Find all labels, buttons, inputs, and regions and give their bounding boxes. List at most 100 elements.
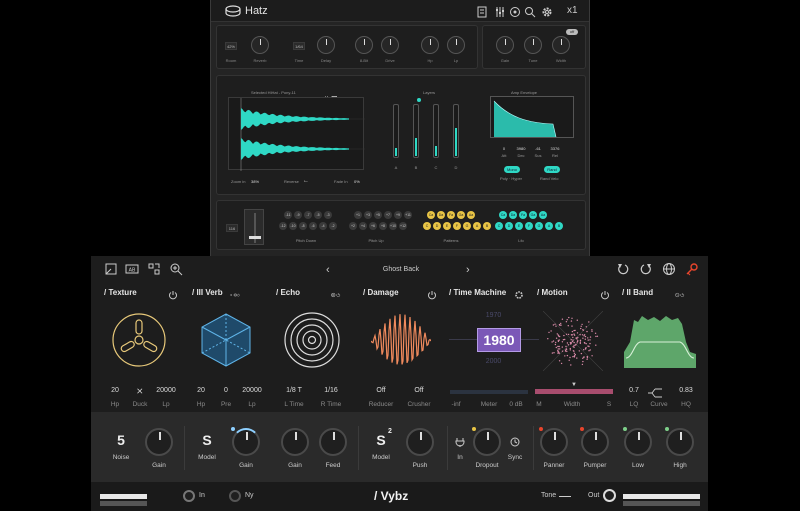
tone-slider[interactable] — [559, 496, 571, 497]
pitch-pad-pattern_top-3[interactable]: Ga — [457, 211, 465, 219]
echo-sync-power-icon[interactable] — [331, 287, 353, 298]
pitch-pad-pitch_down_top-4[interactable]: -3 — [324, 211, 332, 219]
mono-button[interactable]: Mono — [504, 166, 520, 173]
pitch-pad-pitch_down_bottom-4[interactable]: -4 — [319, 222, 327, 230]
motion-scatter-visual[interactable] — [542, 310, 604, 372]
pitch-pad-pattern_bottom-2[interactable]: E — [443, 222, 451, 230]
band-eq-visual[interactable] — [624, 312, 696, 368]
pitch-pad-lfo_bottom-6[interactable]: B — [555, 222, 563, 230]
module-0-value-0[interactable]: 20 — [103, 387, 127, 394]
pitch-pad-pitch_up_bottom-2[interactable]: +6 — [369, 222, 377, 230]
year-display[interactable]: 1980 — [449, 328, 539, 352]
env-value-att[interactable]: 0 — [497, 146, 511, 151]
in-knob[interactable] — [183, 490, 195, 502]
pitch-pad-lfo_bottom-5[interactable]: A — [545, 222, 553, 230]
env-value-sus[interactable]: -61 — [531, 146, 545, 151]
out-knob[interactable] — [603, 489, 616, 502]
env-value-dec[interactable]: 3980 — [514, 146, 528, 151]
pitch-pad-pattern_top-4[interactable]: Aa — [467, 211, 475, 219]
pitch-pad-pitch_down_top-1[interactable]: -9 — [294, 211, 302, 219]
module-3-value-0[interactable]: Off — [366, 387, 396, 394]
pitch-pad-pitch_up_bottom-3[interactable]: +8 — [379, 222, 387, 230]
damage-wave-visual[interactable] — [370, 311, 432, 371]
knob-dropout-9[interactable] — [472, 427, 501, 456]
module-0-value-1[interactable]: 20000 — [151, 387, 181, 394]
big-value-0[interactable]: 5 — [109, 432, 133, 448]
zoom-value[interactable]: 38% — [251, 179, 259, 184]
hp-knob[interactable] — [421, 36, 439, 54]
sample-nav-icon[interactable] — [323, 89, 338, 102]
pitch-pad-pitch_down_bottom-0[interactable]: -12 — [279, 222, 287, 230]
duck-icon[interactable]: ⨯ — [136, 386, 146, 396]
corner-resize-icon[interactable] — [104, 262, 118, 276]
knob-push-7[interactable] — [406, 428, 434, 456]
pitch-pad-pitch_down_bottom-2[interactable]: -8 — [299, 222, 307, 230]
target-icon[interactable] — [509, 5, 521, 17]
pitch-pad-lfo_top-0[interactable]: Ca — [499, 211, 507, 219]
pitch-pad-pattern_bottom-1[interactable]: D — [433, 222, 441, 230]
pitch-pad-pitch_up_top-2[interactable]: +5 — [374, 211, 382, 219]
mixer-icon[interactable] — [494, 5, 506, 17]
random-icon[interactable] — [147, 262, 161, 276]
pitch-pad-pattern_bottom-0[interactable]: C — [423, 222, 431, 230]
drive-knob[interactable] — [381, 36, 399, 54]
reverse-arrow-icon[interactable]: ← — [303, 178, 309, 184]
pitch-pad-pitch_up_bottom-4[interactable]: +10 — [389, 222, 397, 230]
year-main[interactable]: 1980 — [477, 328, 521, 352]
ny-knob[interactable] — [229, 490, 241, 502]
undo-icon[interactable] — [616, 262, 630, 276]
pitch-value[interactable]: 116 — [226, 224, 238, 232]
pitch-pad-pitch_up_top-4[interactable]: +9 — [394, 211, 402, 219]
knob-high-14[interactable] — [665, 427, 694, 456]
pitch-pad-pitch_down_bottom-1[interactable]: -10 — [289, 222, 297, 230]
pitch-pad-pattern_top-0[interactable]: Ca — [427, 211, 435, 219]
pitch-pad-pitch_up_bottom-1[interactable]: +4 — [359, 222, 367, 230]
sync-clock-icon[interactable] — [510, 434, 520, 447]
module-2-value-0[interactable]: 1/8 T — [279, 387, 309, 394]
motion-width-slider[interactable] — [535, 389, 613, 394]
pitch-pad-pitch_up_top-1[interactable]: +3 — [364, 211, 372, 219]
fade-value[interactable]: 0% — [354, 179, 360, 184]
delay-knob[interactable] — [317, 36, 335, 54]
rand-button[interactable]: Rand — [544, 166, 560, 173]
zoom-level[interactable]: x1 — [567, 5, 578, 16]
knob-pumper-12[interactable] — [580, 427, 609, 456]
module-6-value-0[interactable]: 0.7 — [624, 387, 644, 394]
time-machine-gear-icon[interactable] — [514, 287, 524, 299]
damage-power-icon[interactable] — [427, 287, 437, 300]
pitch-slider[interactable] — [244, 209, 264, 245]
next-preset-icon[interactable]: › — [466, 264, 470, 276]
knob-gain-3[interactable] — [231, 427, 260, 456]
texture-power-icon[interactable] — [168, 287, 178, 300]
pitch-pad-pattern_bottom-6[interactable]: B — [483, 222, 491, 230]
layer-slider-c[interactable] — [433, 104, 439, 158]
pitch-pad-lfo_top-1[interactable]: Da — [509, 211, 517, 219]
8bit-knob[interactable] — [355, 36, 373, 54]
lp-knob[interactable] — [447, 36, 465, 54]
big-value-2[interactable]: S — [195, 432, 219, 448]
pitch-pad-pattern_bottom-5[interactable]: A — [473, 222, 481, 230]
pitch-pad-lfo_bottom-3[interactable]: F — [525, 222, 533, 230]
verb-options-icon[interactable]: ❄ — [230, 287, 260, 297]
search-icon[interactable] — [524, 5, 536, 18]
pitch-pad-lfo_bottom-1[interactable]: D — [505, 222, 513, 230]
echo-rings-visual[interactable] — [283, 311, 341, 369]
reverb-knob[interactable] — [251, 36, 269, 54]
knob-low-13[interactable] — [623, 427, 652, 456]
module-1-value-2[interactable]: 20000 — [239, 387, 265, 394]
preset-name[interactable]: Ghost Back — [351, 266, 451, 273]
texture-visual[interactable] — [111, 312, 167, 368]
key-icon[interactable] — [685, 262, 699, 276]
gain-knob[interactable] — [496, 36, 514, 54]
knob-panner-11[interactable] — [539, 427, 568, 456]
compare-icon[interactable]: AB — [125, 262, 139, 276]
module-1-value-1[interactable]: 0 — [216, 387, 236, 394]
pitch-pad-pitch_up_bottom-5[interactable]: +12 — [399, 222, 407, 230]
pitch-pad-pitch_up_top-5[interactable]: +11 — [404, 211, 412, 219]
pitch-pad-pitch_up_top-3[interactable]: +7 — [384, 211, 392, 219]
env-value-rel[interactable]: 3376 — [548, 146, 562, 151]
gear-icon[interactable] — [541, 5, 553, 17]
pitch-pad-pattern_bottom-3[interactable]: F — [453, 222, 461, 230]
tune-knob[interactable] — [524, 36, 542, 54]
pitch-pad-pitch_up_top-0[interactable]: +1 — [354, 211, 362, 219]
